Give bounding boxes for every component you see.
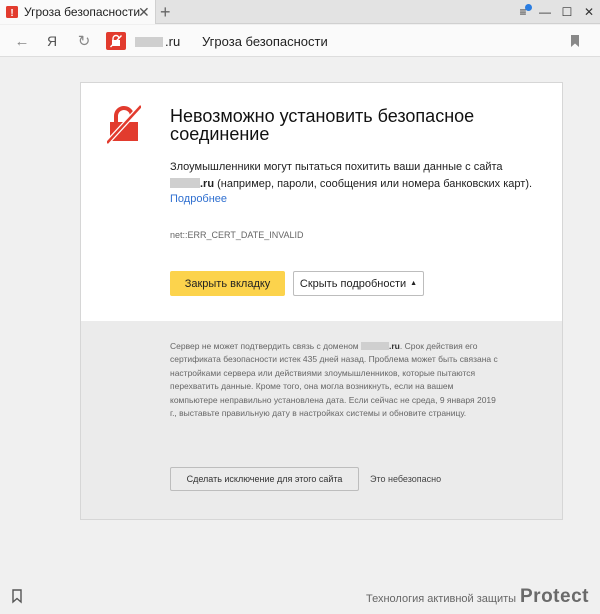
error-description-text: Злоумышленники могут пытаться похитить в… — [170, 161, 503, 173]
browser-menu-button[interactable]: ≡ — [512, 0, 534, 24]
error-code: net::ERR_CERT_DATE_INVALID — [170, 230, 304, 240]
address-bar: ← Я ↻ .ru Угроза безопасности — [0, 25, 600, 57]
tab-active[interactable]: ! Угроза безопасности ✕ — [0, 0, 156, 24]
hide-details-label: Скрыть подробности — [299, 277, 407, 290]
hide-details-button[interactable]: Скрыть подробности ▲ — [293, 271, 424, 296]
details-text-end: . Срок действия его сертификата безопасн… — [170, 341, 498, 419]
minimize-button[interactable]: — — [534, 0, 556, 24]
error-main-panel: Невозможно установить безопасное соедине… — [81, 83, 562, 321]
close-window-button[interactable]: ✕ — [578, 0, 600, 24]
details-domain-suffix: .ru — [389, 341, 400, 351]
error-description-tail: (например, пароли, сообщения или номера … — [214, 178, 533, 190]
reload-button[interactable]: ↻ — [74, 31, 94, 51]
yandex-home-button[interactable]: Я — [42, 31, 62, 51]
maximize-button[interactable]: ☐ — [556, 0, 578, 24]
security-warning-badge[interactable] — [106, 32, 126, 50]
warning-favicon-icon: ! — [6, 6, 18, 19]
url-domain-suffix[interactable]: .ru — [165, 34, 180, 49]
svg-text:!: ! — [10, 8, 13, 19]
back-button[interactable]: ← — [12, 31, 32, 51]
unsafe-warning-text: Это небезопасно — [370, 474, 442, 484]
more-info-link[interactable]: Подробнее — [170, 193, 227, 205]
masked-domain — [170, 178, 200, 188]
bookmark-outline-icon[interactable] — [10, 588, 24, 604]
protect-caption: Технология активной защиты — [366, 593, 517, 605]
close-tab-button[interactable]: Закрыть вкладку — [170, 271, 285, 296]
masked-domain — [135, 37, 163, 47]
chevron-up-icon: ▲ — [410, 280, 418, 287]
unlocked-lock-crossed-icon — [107, 104, 141, 144]
add-exception-button[interactable]: Сделать исключение для этого сайта — [170, 467, 359, 491]
error-details-text: Сервер не может подтвердить связь с доме… — [170, 340, 500, 420]
bookmark-icon[interactable] — [568, 33, 582, 49]
url-page-title[interactable]: Угроза безопасности — [202, 34, 328, 49]
tab-strip: ! Угроза безопасности ✕ + ≡ — ☐ ✕ — [0, 0, 600, 24]
details-text-start: Сервер не может подтвердить связь с доме… — [170, 341, 361, 351]
notification-dot — [525, 4, 532, 11]
new-tab-button[interactable]: + — [160, 2, 171, 22]
error-domain-suffix: .ru — [200, 178, 215, 190]
tab-title: Угроза безопасности — [24, 5, 141, 19]
error-title: Невозможно установить безопасное соедине… — [170, 106, 475, 144]
tab-close-icon[interactable]: ✕ — [138, 4, 150, 20]
window-controls: ≡ — ☐ ✕ — [512, 0, 600, 24]
unlocked-lock-crossed-icon — [109, 34, 123, 48]
security-error-card: Невозможно установить безопасное соедине… — [80, 82, 563, 520]
error-description: Злоумышленники могут пытаться похитить в… — [170, 159, 550, 193]
protect-logo: Protect — [520, 586, 589, 607]
masked-domain — [361, 342, 389, 350]
